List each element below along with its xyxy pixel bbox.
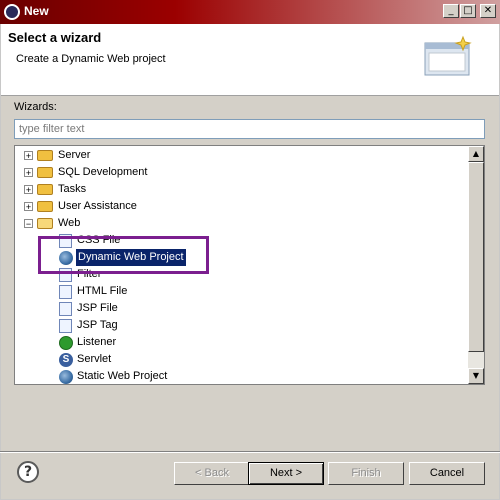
folder-icon	[37, 201, 53, 212]
scroll-down-arrow-icon[interactable]: ▼	[468, 368, 484, 384]
tree-item-sql-development[interactable]: + SQL Development	[15, 164, 467, 181]
tree-item-label: Web	[58, 217, 81, 229]
separator	[0, 451, 500, 453]
tree-item-label: Server	[58, 149, 91, 161]
eclipse-icon	[4, 4, 20, 20]
finish-button[interactable]: Finish	[328, 462, 404, 485]
listener-icon	[59, 336, 73, 350]
highlight-box	[38, 236, 209, 274]
tree-item-label: Tasks	[58, 183, 87, 195]
tree-item-label: Listener	[77, 336, 117, 348]
tree-item-jsp-file[interactable]: JSP File	[15, 300, 467, 317]
tree-item-user-assistance[interactable]: + User Assistance	[15, 198, 467, 215]
tree-item-tasks[interactable]: + Tasks	[15, 181, 467, 198]
tree-item-html-file[interactable]: HTML File	[15, 283, 467, 300]
tree-item-label: Servlet	[77, 353, 112, 365]
page-title: Select a wizard	[8, 30, 102, 45]
tree-item-web[interactable]: − Web	[15, 215, 467, 232]
maximize-button[interactable]: □	[460, 4, 476, 18]
tree-item-servlet[interactable]: S Servlet	[15, 351, 467, 368]
cancel-button[interactable]: Cancel	[409, 462, 485, 485]
help-button[interactable]: ?	[17, 461, 39, 483]
tree-item-label: JSP File	[77, 302, 118, 314]
close-button[interactable]: ✕	[480, 4, 496, 18]
expand-icon[interactable]: +	[24, 151, 33, 161]
wizards-label: Wizards:	[14, 101, 57, 113]
web-project-icon	[59, 370, 73, 384]
jsp-file-icon	[59, 302, 72, 316]
back-button[interactable]: < Back	[174, 462, 250, 485]
title-bar[interactable]	[0, 0, 500, 24]
expand-icon[interactable]: +	[24, 202, 33, 212]
scroll-up-arrow-icon[interactable]: ▲	[468, 146, 484, 162]
folder-icon	[37, 167, 53, 178]
expand-icon[interactable]: +	[24, 168, 33, 178]
wizard-banner-icon	[424, 35, 472, 76]
tree-item-label: JSP Tag	[77, 319, 118, 331]
expand-icon[interactable]: +	[24, 185, 33, 195]
window-title: New	[24, 4, 49, 18]
tree-item-jsp-tag[interactable]: JSP Tag	[15, 317, 467, 334]
scrollbar-thumb[interactable]	[468, 162, 484, 352]
folder-icon	[37, 184, 53, 195]
tree-item-listener[interactable]: Listener	[15, 334, 467, 351]
next-button[interactable]: Next >	[248, 462, 324, 485]
filter-input[interactable]	[14, 119, 485, 139]
minimize-button[interactable]: _	[443, 4, 459, 18]
folder-icon	[37, 150, 53, 161]
jsp-tag-icon	[59, 319, 72, 333]
collapse-icon[interactable]: −	[24, 219, 33, 229]
page-description: Create a Dynamic Web project	[16, 53, 166, 65]
tree-item-static-web-project[interactable]: Static Web Project	[15, 368, 467, 384]
tree-item-label: User Assistance	[58, 200, 137, 212]
servlet-icon: S	[59, 353, 73, 367]
open-folder-icon	[37, 218, 53, 229]
tree-item-server[interactable]: + Server	[15, 147, 467, 164]
tree-item-label: SQL Development	[58, 166, 148, 178]
tree-item-label: HTML File	[77, 285, 128, 297]
tree-item-label: Static Web Project	[77, 370, 168, 382]
html-file-icon	[59, 285, 72, 299]
